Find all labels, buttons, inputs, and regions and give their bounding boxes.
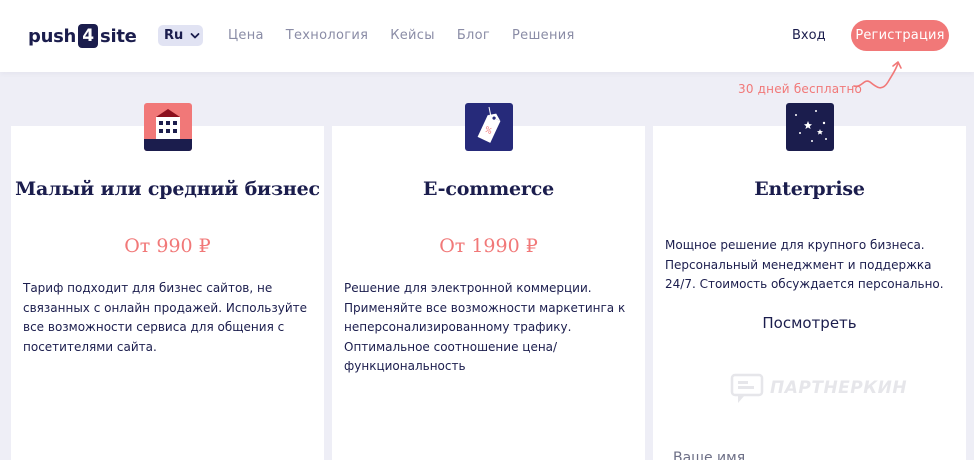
nav-item-cases[interactable]: Кейсы xyxy=(390,28,435,43)
plan-description: Мощное решение для крупного бизнеса. Пер… xyxy=(665,238,944,291)
price-tag-icon: % xyxy=(465,103,513,151)
logo-number-badge: 4 xyxy=(78,24,99,48)
plan-card-ecommerce: % E-commerce От 1990 ₽ Решение для элект… xyxy=(332,103,645,460)
plan-title: Enterprise xyxy=(754,178,865,200)
register-button[interactable]: Регистрация xyxy=(851,20,949,51)
watermark-logo-icon xyxy=(730,373,764,403)
plan-price: От 990 ₽ xyxy=(124,235,211,257)
watermark: ПАРТНЕРКИН xyxy=(730,368,930,408)
language-selector[interactable]: Ru xyxy=(158,25,203,46)
stars-icon xyxy=(786,103,834,151)
site-header: push 4 site Ru Цена Технология Кейсы Бло… xyxy=(0,0,974,72)
view-more-link[interactable]: Посмотреть xyxy=(653,314,966,332)
logo[interactable]: push 4 site xyxy=(28,24,137,48)
plan-price: От 1990 ₽ xyxy=(439,235,538,257)
logo-text-site: site xyxy=(100,25,137,47)
building-icon xyxy=(144,103,192,151)
plan-card-enterprise: Enterprise Мощное решение для крупного б… xyxy=(653,103,966,460)
curved-arrow-icon xyxy=(853,61,902,89)
language-label: Ru xyxy=(164,28,184,43)
plan-title: Малый или средний бизнес xyxy=(15,178,320,200)
chevron-down-icon xyxy=(190,32,200,38)
plan-card-small-business: Малый или средний бизнес От 990 ₽ Тариф … xyxy=(11,103,324,460)
plan-description: Тариф подходит для бизнес сайтов, не свя… xyxy=(23,281,308,354)
main-nav: Цена Технология Кейсы Блог Решения xyxy=(228,28,597,43)
watermark-text: ПАРТНЕРКИН xyxy=(770,378,908,398)
login-link[interactable]: Вход xyxy=(792,28,826,43)
trial-note: 30 дней бесплатно xyxy=(738,82,863,96)
nav-item-blog[interactable]: Блог xyxy=(457,28,490,43)
plan-description: Решение для электронной коммерции. Приме… xyxy=(344,281,626,373)
nav-item-price[interactable]: Цена xyxy=(228,28,264,43)
plan-title: E-commerce xyxy=(423,178,554,200)
name-input[interactable]: Ваше имя xyxy=(673,450,745,460)
nav-item-technology[interactable]: Технология xyxy=(286,28,368,43)
logo-text-push: push xyxy=(28,25,77,47)
nav-item-solutions[interactable]: Решения xyxy=(512,28,575,43)
